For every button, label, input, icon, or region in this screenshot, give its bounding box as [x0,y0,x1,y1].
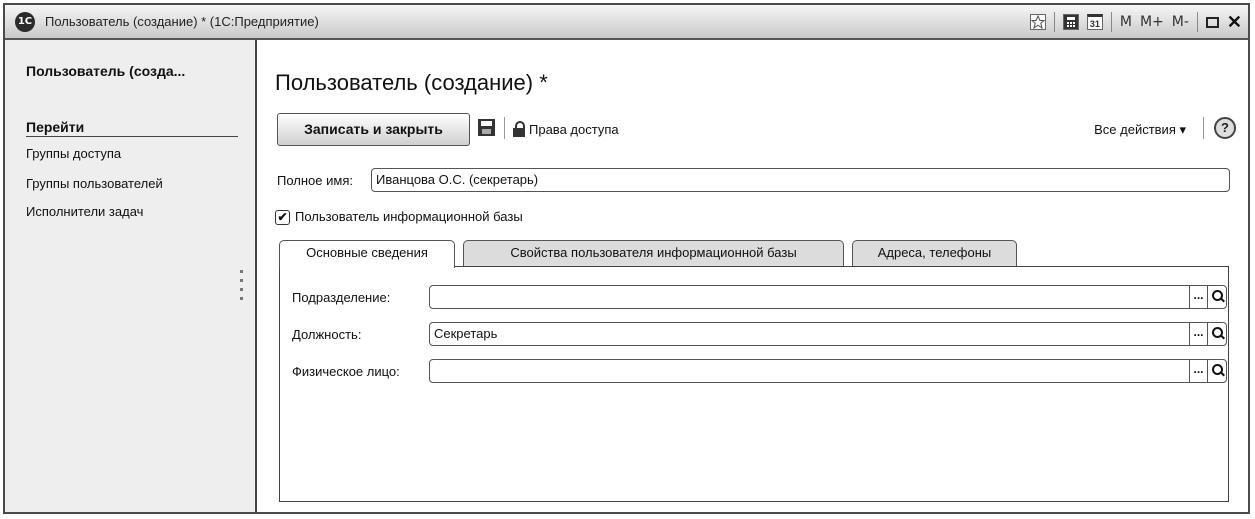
memory-button[interactable]: M [1120,12,1132,32]
department-pick-button[interactable]: ... [1189,286,1207,308]
ib-user-label: Пользователь информационной базы [295,209,523,224]
sidebar-title: Пользователь (созда... [26,63,186,79]
position-pick-button[interactable]: ... [1189,323,1207,345]
favorites-icon[interactable] [1029,12,1046,32]
full-name-field[interactable]: Иванцова О.С. (секретарь) [371,168,1230,192]
sidebar-item-task-executors[interactable]: Исполнители задач [26,204,143,219]
tab-addresses-phones[interactable]: Адреса, телефоны [852,240,1017,266]
lock-icon [513,121,525,137]
navigation-panel: Пользователь (созда... Перейти Группы до… [5,40,257,512]
form-area: Пользователь (создание) * Записать и зак… [257,40,1248,512]
full-name-label: Полное имя: [277,173,353,188]
tab-ib-user-properties[interactable]: Свойства пользователя информационной баз… [463,240,844,266]
page-title: Пользователь (создание) * [275,70,548,95]
memory-plus-button[interactable]: M+ [1140,12,1164,32]
separator [1053,12,1055,32]
ib-user-checkbox[interactable]: ✔ [275,210,290,225]
position-field[interactable]: Секретарь [429,322,1227,346]
department-label: Подразделение: [292,290,391,305]
window-title: Пользователь (создание) * (1С:Предприяти… [45,14,319,29]
save-icon[interactable] [478,119,495,136]
calendar-icon[interactable]: 31 [1086,12,1103,32]
separator [1196,12,1198,32]
close-icon[interactable]: ✕ [1227,12,1242,32]
sidebar-item-user-groups[interactable]: Группы пользователей [26,176,163,191]
title-bar-tools: 31 M M+ M- ✕ [1022,11,1242,33]
maximize-icon[interactable] [1205,12,1219,32]
calculator-icon[interactable] [1062,12,1079,32]
separator [1203,117,1204,139]
access-rights-label: Права доступа [529,121,619,137]
individual-search-icon[interactable] [1207,360,1225,382]
app-window: 1С Пользователь (создание) * (1С:Предпри… [3,3,1250,514]
title-bar: 1С Пользователь (создание) * (1С:Предпри… [5,5,1248,40]
divider [26,136,238,137]
1c-logo-icon: 1С [15,12,35,32]
all-actions-menu[interactable]: Все действия ▾ [1094,122,1186,138]
help-icon[interactable]: ? [1214,117,1236,139]
panel-splitter-handle[interactable] [239,264,245,310]
sidebar-section-heading: Перейти [26,119,85,135]
separator [1110,12,1112,32]
position-search-icon[interactable] [1207,323,1225,345]
individual-field[interactable] [429,359,1227,383]
separator [504,117,505,139]
department-field[interactable] [429,285,1227,309]
tab-main-info[interactable]: Основные сведения [279,240,455,268]
access-rights-button[interactable]: Права доступа [513,118,619,140]
sidebar-item-access-groups[interactable]: Группы доступа [26,146,121,161]
write-and-close-button[interactable]: Записать и закрыть [277,113,470,146]
department-search-icon[interactable] [1207,286,1225,308]
individual-label: Физическое лицо: [292,364,400,379]
individual-pick-button[interactable]: ... [1189,360,1207,382]
memory-minus-button[interactable]: M- [1172,12,1189,32]
position-label: Должность: [292,327,362,342]
